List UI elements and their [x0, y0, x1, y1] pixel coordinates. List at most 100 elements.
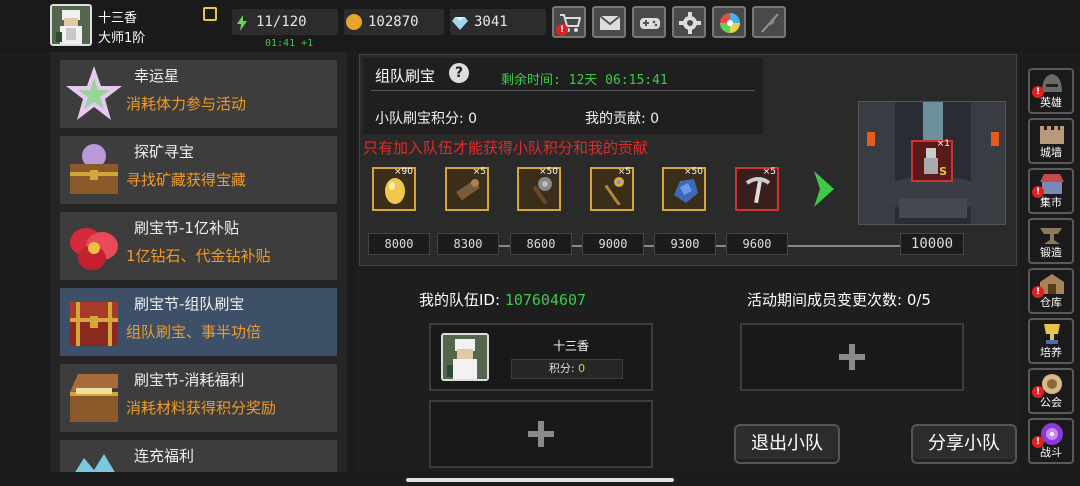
nav-market[interactable]: ! 集市: [1028, 168, 1074, 214]
diamond-counter: 3041: [450, 9, 546, 35]
member-slot-empty[interactable]: [740, 323, 964, 391]
warning-text: 只有加入队伍才能获得小队积分和我的贡献: [363, 139, 649, 157]
shop-alert-icon: !: [556, 24, 568, 36]
mail-icon: [599, 15, 621, 30]
member-change-count: 活动期间成员变更次数: 0/5: [747, 291, 931, 309]
home-indicator[interactable]: [406, 478, 674, 482]
player-name: 十三香: [98, 11, 138, 26]
open-chest-icon: [70, 374, 118, 422]
shop-button[interactable]: !: [552, 6, 586, 38]
add-member-icon: [528, 421, 554, 447]
event-item-consume[interactable]: 刷宝节-消耗福利 消耗材料获得积分奖励: [60, 364, 337, 432]
nav-label: 培养: [1040, 346, 1062, 359]
nav-label: 城墙: [1040, 146, 1062, 159]
nav-battle[interactable]: ! 战斗: [1028, 418, 1074, 464]
contribution-label: 我的贡献: 0: [585, 111, 660, 127]
event-title: 探矿寻宝: [134, 143, 195, 161]
panel-title: 组队刷宝: [375, 67, 436, 85]
share-team-button[interactable]: 分享小队: [911, 424, 1017, 464]
event-desc: 消耗材料获得积分奖励: [126, 399, 277, 417]
crystal-icon: [75, 454, 115, 472]
leave-team-button[interactable]: 退出小队: [734, 424, 840, 464]
gamepad-icon: [640, 18, 660, 29]
team-score-label: 小队刷宝积分: 0: [375, 111, 478, 127]
event-desc: 1亿钻石、代金钻补贴: [126, 247, 271, 265]
event-header: 组队刷宝 ? 剩余时间: 12天 06:15:41 小队刷宝积分: 0 我的贡献…: [363, 58, 763, 134]
diamond-value: 3041: [474, 14, 508, 30]
member-name: 十三香: [552, 339, 589, 353]
event-title: 刷宝节-消耗福利: [134, 371, 245, 389]
gacha-button[interactable]: [712, 6, 746, 38]
nav-label: 公会: [1040, 396, 1062, 409]
nav-label: 仓库: [1040, 296, 1062, 309]
dungeon-preview: ×1 S: [858, 101, 1006, 225]
settings-button[interactable]: [672, 6, 706, 38]
nav-guild[interactable]: ! 公会: [1028, 368, 1074, 414]
quill-button[interactable]: [752, 6, 786, 38]
gamepad-button[interactable]: [632, 6, 666, 38]
trophy-icon: [1044, 324, 1060, 344]
nav-heroes[interactable]: ! 英雄: [1028, 68, 1074, 114]
event-item-lucky-star[interactable]: 幸运星 消耗体力参与活动: [60, 60, 337, 128]
reward-item[interactable]: ×50: [662, 167, 706, 211]
event-title: 刷宝节-1亿补贴: [134, 219, 239, 237]
threshold-value: 10000: [900, 233, 964, 255]
event-title: 幸运星: [134, 67, 180, 85]
member-slot-empty[interactable]: [429, 400, 653, 468]
grade-badge: S: [939, 165, 947, 178]
member-score: 积分: 0: [511, 359, 623, 379]
event-title: 刷宝节-组队刷宝: [134, 295, 245, 313]
final-reward-item[interactable]: ×1 S: [911, 139, 953, 182]
member-score-label: 积分:: [548, 362, 575, 375]
team-id-label: 我的队伍ID: 107604607: [419, 289, 586, 310]
remaining-time: 剩余时间: 12天 06:15:41: [501, 73, 668, 88]
event-list[interactable]: 幸运星 消耗体力参与活动 探矿寻宝 寻找矿藏获得宝藏 刷宝节-1亿补贴 1亿钻石…: [50, 52, 347, 472]
golden-egg-icon: [385, 178, 405, 204]
gold-coin-icon: [346, 14, 362, 30]
divider: [371, 90, 755, 91]
event-item-subsidy[interactable]: 刷宝节-1亿补贴 1亿钻石、代金钻补贴: [60, 212, 337, 280]
reward-item[interactable]: ×50: [517, 167, 561, 211]
player-avatar[interactable]: [50, 4, 92, 46]
nav-storage[interactable]: ! 仓库: [1028, 268, 1074, 314]
quill-icon: [761, 13, 779, 33]
pickaxe-icon: [745, 177, 771, 204]
stamina-value: 11/120: [256, 14, 307, 30]
threshold-value: 8000: [368, 233, 430, 255]
gacha-wheel-icon: [720, 13, 740, 33]
stamina-counter: 11/120: [232, 9, 338, 35]
diamond-icon: [452, 14, 468, 30]
scroll-icon: [456, 179, 480, 201]
nav-label: 英雄: [1040, 96, 1062, 109]
nav-forge[interactable]: 锻造: [1028, 218, 1074, 264]
team-id-caption: 我的队伍ID:: [419, 291, 501, 309]
threshold-value: 9000: [582, 233, 644, 255]
nav-label: 集市: [1040, 196, 1062, 209]
next-arrow-icon[interactable]: [812, 167, 836, 211]
member-slot-filled[interactable]: 十三香 积分: 0: [429, 323, 653, 391]
event-item-team-farm[interactable]: 刷宝节-组队刷宝 组队刷宝、事半功倍: [60, 288, 337, 356]
right-nav: ! 英雄 城墙 ! 集市 锻造 ! 仓库 培养 ! 公会 ! 战斗: [1026, 68, 1076, 468]
lucky-star-icon: [66, 66, 122, 120]
event-desc: 组队刷宝、事半功倍: [126, 323, 262, 341]
add-member-icon: [839, 344, 865, 370]
threshold-value: 9300: [654, 233, 716, 255]
stamina-timer: 01:41 +1: [265, 38, 314, 49]
reward-item[interactable]: ×5: [445, 167, 489, 211]
edit-icon[interactable]: [203, 7, 217, 21]
gear-icon: [679, 12, 701, 34]
reward-item[interactable]: ×5: [590, 167, 634, 211]
event-item-recharge[interactable]: 连充福利: [60, 440, 337, 472]
mail-button[interactable]: [592, 6, 626, 38]
threshold-value: 8600: [510, 233, 572, 255]
event-item-mining[interactable]: 探矿寻宝 寻找矿藏获得宝藏: [60, 136, 337, 204]
treasure-chest-icon: [70, 144, 118, 194]
staff-icon: [604, 177, 624, 205]
nav-wall[interactable]: 城墙: [1028, 118, 1074, 164]
castle-wall-icon: [1040, 126, 1064, 144]
reward-item[interactable]: ×90: [372, 167, 416, 211]
event-title: 连充福利: [134, 447, 195, 465]
reward-item[interactable]: ×5: [735, 167, 779, 211]
nav-training[interactable]: 培养: [1028, 318, 1074, 364]
help-icon[interactable]: ?: [449, 63, 469, 83]
